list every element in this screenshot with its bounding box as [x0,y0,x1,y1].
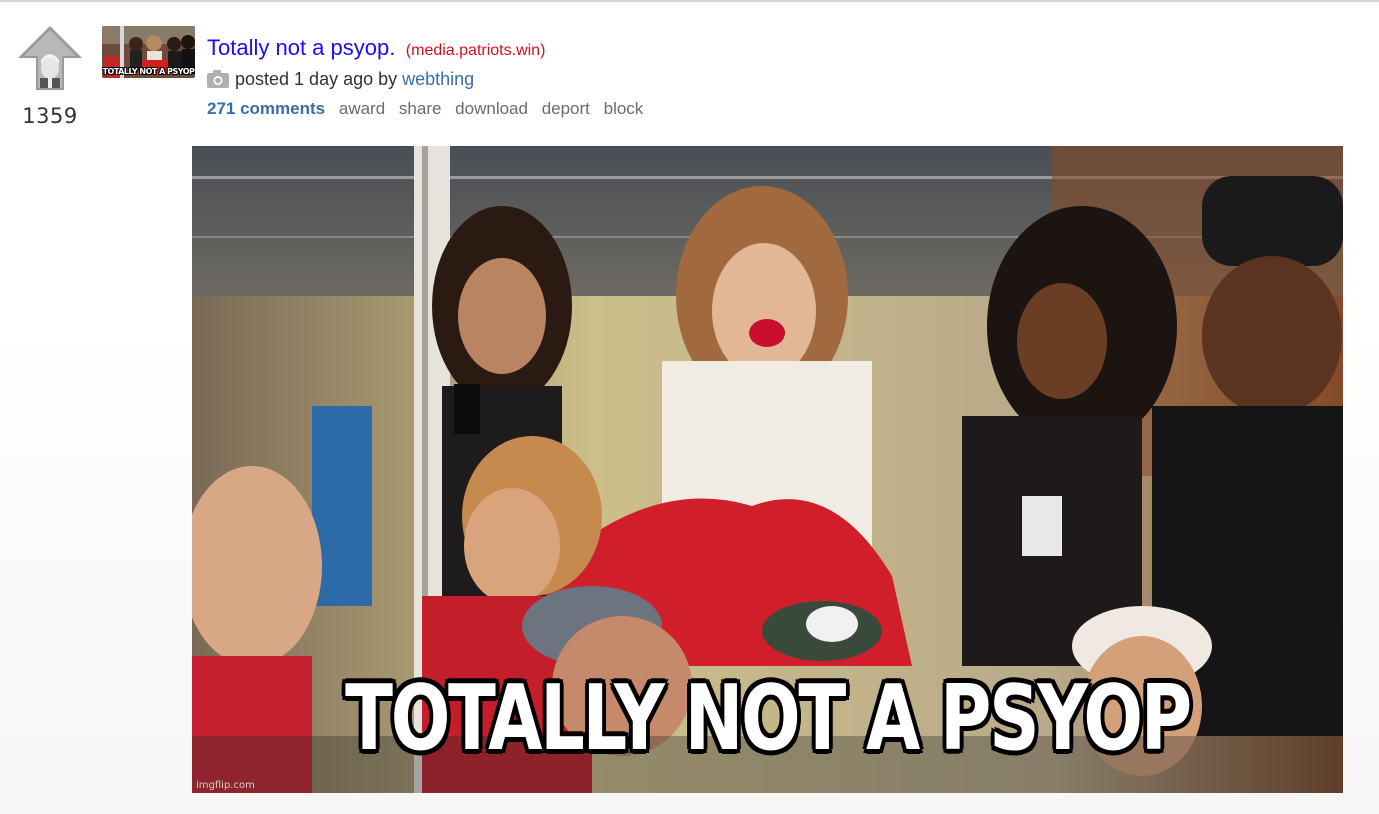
post-thumbnail[interactable]: TOTALLY NOT A PSYOP [102,26,195,78]
post-meta: posted 1 day ago by webthing [207,69,474,93]
vote-score: 1359 [22,104,78,128]
top-divider [0,0,1379,2]
upvote-button[interactable] [16,24,84,92]
comments-link[interactable]: 271 comments [207,99,325,118]
thumbnail-caption: TOTALLY NOT A PSYOP [102,67,195,76]
deport-link[interactable]: deport [542,99,590,118]
image-watermark: imgflip.com [196,780,255,791]
post-actions: 271 comments award share download deport… [207,99,652,119]
post-title-link[interactable]: Totally not a psyop. [207,35,395,60]
post-title-row: Totally not a psyop. (media.patriots.win… [207,35,545,61]
post-image[interactable]: TOTALLY NOT A PSYOP imgflip.com [192,146,1343,793]
vote-column: 1359 [14,24,86,128]
share-link[interactable]: share [399,99,442,118]
camera-icon [207,70,229,93]
award-link[interactable]: award [339,99,385,118]
upvote-arrow-icon [18,26,82,90]
meme-caption: TOTALLY NOT A PSYOP [345,666,1192,771]
posted-text: posted 1 day ago by [235,69,398,89]
author-link[interactable]: webthing [402,69,474,89]
download-link[interactable]: download [455,99,528,118]
post-domain-link[interactable]: (media.patriots.win) [406,42,546,59]
block-link[interactable]: block [604,99,644,118]
